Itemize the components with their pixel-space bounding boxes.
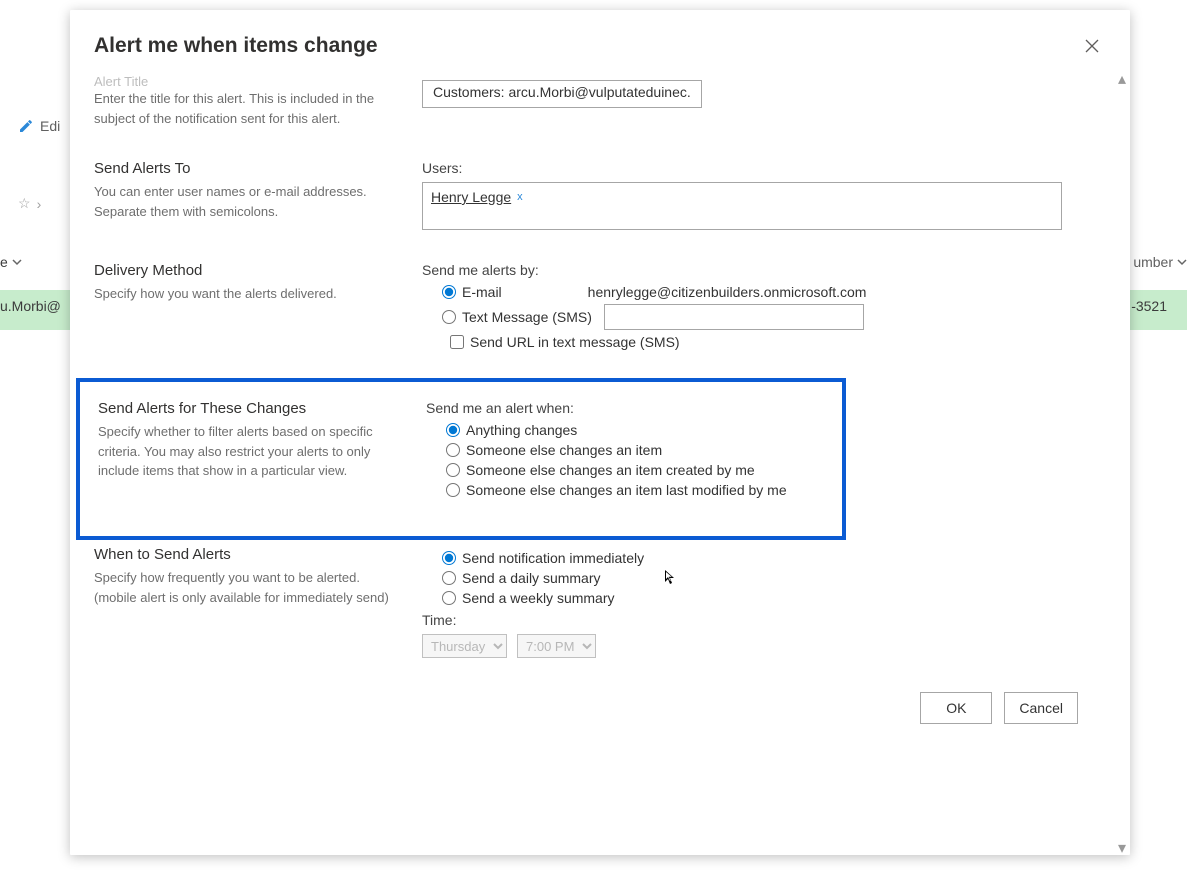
section-alert-title: Alert Title Enter the title for this ale… (94, 72, 1106, 152)
change-other-row: Someone else changes an item (446, 442, 800, 458)
when-time-label: Time: (422, 612, 1086, 628)
when-hour-select[interactable]: 7:00 PM (517, 634, 596, 658)
delivery-sms-input[interactable] (604, 304, 864, 330)
section-delivery: Delivery Method Specify how you want the… (94, 254, 1106, 378)
section-change-type-highlight: Send Alerts for These Changes Specify wh… (76, 378, 846, 540)
dialog-scrollbar[interactable]: ▴ ▾ (1116, 72, 1128, 855)
change-mine-modified-label: Someone else changes an item last modifi… (466, 482, 787, 498)
delivery-email-label: E-mail (462, 284, 502, 300)
chevron-down-icon (12, 257, 22, 267)
edit-button-partial[interactable]: Edi (18, 118, 60, 134)
dialog-footer: OK Cancel (94, 682, 1106, 746)
change-other-label: Someone else changes an item (466, 442, 662, 458)
user-chip: Henry Legge x (431, 189, 523, 205)
alert-dialog: Alert me when items change Alert Title E… (70, 10, 1130, 855)
change-any-radio[interactable] (446, 423, 460, 437)
delivery-heading: Delivery Method (94, 262, 392, 279)
cancel-button[interactable]: Cancel (1004, 692, 1078, 724)
change-type-heading: Send Alerts for These Changes (98, 400, 396, 417)
when-daily-radio[interactable] (442, 571, 456, 585)
when-day-select[interactable]: Thursday (422, 634, 507, 658)
when-weekly-row: Send a weekly summary (442, 590, 1086, 606)
star-icon: ☆ (18, 195, 31, 212)
send-to-desc: You can enter user names or e-mail addre… (94, 182, 392, 221)
when-immediate-label: Send notification immediately (462, 550, 644, 566)
row-cell-number-partial: -3521 (1131, 298, 1167, 314)
delivery-email-row: E-mail henrylegge@citizenbuilders.onmicr… (442, 284, 1086, 300)
users-people-picker[interactable]: Henry Legge x (422, 182, 1062, 230)
delivery-url-row: Send URL in text message (SMS) (450, 334, 1086, 350)
section-change-type: Send Alerts for These Changes Specify wh… (98, 400, 820, 502)
change-mine-created-row: Someone else changes an item created by … (446, 462, 800, 478)
alert-title-heading: Alert Title (94, 74, 392, 89)
scroll-up-icon[interactable]: ▴ (1116, 72, 1128, 86)
when-daily-label: Send a daily summary (462, 570, 601, 586)
change-mine-created-radio[interactable] (446, 463, 460, 477)
scroll-down-icon[interactable]: ▾ (1116, 841, 1128, 855)
dialog-header: Alert me when items change (70, 10, 1130, 72)
delivery-sms-label: Text Message (SMS) (462, 309, 592, 325)
dialog-title: Alert me when items change (94, 34, 378, 58)
delivery-email-value: henrylegge@citizenbuilders.onmicrosoft.c… (588, 284, 867, 300)
change-type-label: Send me an alert when: (426, 400, 800, 416)
when-immediate-radio[interactable] (442, 551, 456, 565)
when-time-row: Thursday 7:00 PM (422, 634, 1086, 658)
change-mine-modified-radio[interactable] (446, 483, 460, 497)
chevron-down-icon (1177, 257, 1187, 267)
user-chip-name[interactable]: Henry Legge (431, 189, 511, 205)
delivery-email-radio[interactable] (442, 285, 456, 299)
when-weekly-label: Send a weekly summary (462, 590, 615, 606)
when-heading: When to Send Alerts (94, 546, 392, 563)
delivery-url-checkbox[interactable] (450, 335, 464, 349)
delivery-url-label: Send URL in text message (SMS) (470, 334, 680, 350)
chevron-right-icon: › (37, 196, 42, 212)
delivery-sms-row: Text Message (SMS) (442, 304, 1086, 330)
close-button[interactable] (1078, 32, 1106, 60)
close-icon (1085, 39, 1099, 53)
column-number-partial[interactable]: umber (1133, 254, 1187, 270)
alert-title-desc: Enter the title for this alert. This is … (94, 89, 392, 128)
when-weekly-radio[interactable] (442, 591, 456, 605)
user-chip-remove[interactable]: x (517, 191, 523, 203)
change-any-label: Anything changes (466, 422, 577, 438)
change-type-desc: Specify whether to filter alerts based o… (98, 422, 396, 481)
column-e-partial[interactable]: e (0, 254, 22, 270)
when-immediate-row: Send notification immediately (442, 550, 1086, 566)
change-any-row: Anything changes (446, 422, 800, 438)
star-breadcrumb-partial: ☆ › (18, 195, 41, 212)
change-mine-modified-row: Someone else changes an item last modifi… (446, 482, 800, 498)
edit-label: Edi (40, 118, 60, 134)
change-mine-created-label: Someone else changes an item created by … (466, 462, 755, 478)
when-daily-row: Send a daily summary (442, 570, 1086, 586)
alert-title-input[interactable]: Customers: arcu.Morbi@vulputateduinec. (422, 80, 702, 108)
delivery-desc: Specify how you want the alerts delivere… (94, 284, 392, 304)
pencil-icon (18, 118, 34, 134)
change-other-radio[interactable] (446, 443, 460, 457)
delivery-label: Send me alerts by: (422, 262, 1086, 278)
section-when: When to Send Alerts Specify how frequent… (94, 540, 1106, 682)
dialog-body: Alert Title Enter the title for this ale… (70, 72, 1130, 855)
row-cell-email-partial: u.Morbi@ (0, 298, 61, 314)
send-to-heading: Send Alerts To (94, 160, 392, 177)
delivery-sms-radio[interactable] (442, 310, 456, 324)
users-label: Users: (422, 160, 1086, 176)
ok-button[interactable]: OK (920, 692, 992, 724)
when-desc: Specify how frequently you want to be al… (94, 568, 392, 607)
section-send-to: Send Alerts To You can enter user names … (94, 152, 1106, 254)
